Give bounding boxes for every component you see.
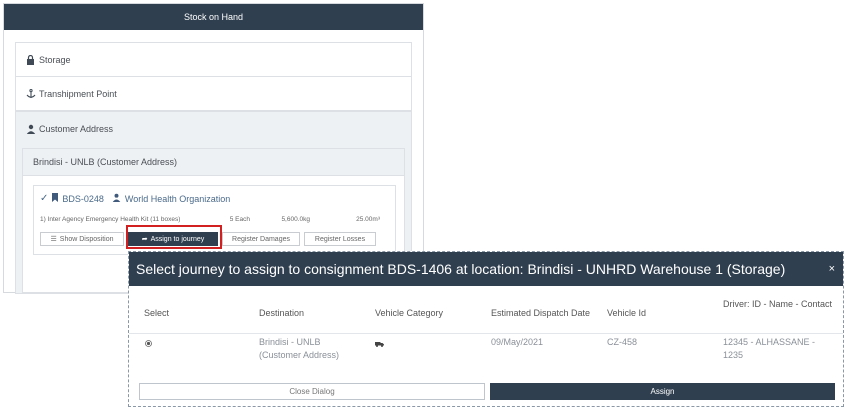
list-icon: ☰ (50, 236, 57, 243)
register-losses-label: Register Losses (314, 235, 366, 243)
journey-table-header: Select Destination Vehicle Category Esti… (129, 298, 843, 334)
column-destination: Destination (259, 308, 305, 318)
item-quantity: 5 Each (229, 216, 250, 223)
row-destination: Brindisi - UNLB (Customer Address) (259, 337, 340, 360)
column-vehicle-id: Vehicle Id (607, 308, 647, 318)
item-description: 1) Inter Agency Emergency Health Kit (11… (40, 216, 181, 223)
bookmark-icon (52, 193, 59, 204)
show-disposition-button[interactable]: ☰ Show Disposition (40, 232, 124, 246)
accordion-transhipment-label: Transhipment Point (39, 88, 117, 99)
column-driver: Driver: ID - Name - Contact (723, 299, 833, 309)
row-vehicle-id: CZ-458 (607, 337, 638, 347)
user-icon (25, 123, 36, 134)
location-title[interactable]: Brindisi - UNLB (Customer Address) (23, 149, 404, 176)
dialog-title: Select journey to assign to consignment … (129, 252, 843, 286)
close-dialog-button[interactable]: Close Dialog (139, 383, 485, 400)
accordion-customer-label: Customer Address (39, 123, 114, 134)
truck-icon (375, 338, 384, 351)
accordion-transhipment[interactable]: Transhipment Point (15, 76, 412, 111)
organization-icon (112, 193, 121, 204)
stock-panel-title: Stock on Hand (4, 4, 423, 30)
item-weight: 5,600.0kg (281, 216, 310, 223)
highlight-box (126, 225, 222, 249)
register-damages-button[interactable]: Register Damages (222, 232, 300, 246)
select-journey-dialog: Select journey to assign to consignment … (128, 251, 844, 407)
consignment-id[interactable]: BDS-0248 (62, 194, 104, 204)
column-select: Select (144, 308, 170, 318)
anchor-icon (25, 88, 36, 99)
table-row[interactable]: Brindisi - UNLB (Customer Address) 09/Ma… (129, 336, 843, 378)
radio-select[interactable] (145, 338, 152, 351)
register-losses-button[interactable]: Register Losses (304, 232, 376, 246)
stock-on-hand-panel: Stock on Hand Storage Transhipment Point… (3, 3, 424, 294)
organization-name: World Health Organization (124, 193, 231, 204)
accordion-storage-label: Storage (39, 54, 71, 65)
check-icon: ✓ (40, 193, 49, 204)
close-icon[interactable]: × (829, 263, 835, 275)
row-driver: 12345 - ALHASSANE - 1235 (723, 337, 816, 360)
show-disposition-label: Show Disposition (59, 235, 114, 243)
column-vehicle-category: Vehicle Category (375, 308, 444, 318)
row-dispatch-date: 09/May/2021 (491, 337, 544, 347)
lock-icon (25, 54, 36, 65)
register-damages-label: Register Damages (232, 235, 290, 243)
column-dispatch-date: Estimated Dispatch Date (491, 308, 591, 318)
assign-button[interactable]: Assign (490, 383, 835, 400)
accordion-storage[interactable]: Storage (15, 42, 412, 77)
item-volume: 25.00m³ (356, 216, 380, 223)
consignment-item-line: 1) Inter Agency Emergency Health Kit (11… (40, 216, 389, 223)
